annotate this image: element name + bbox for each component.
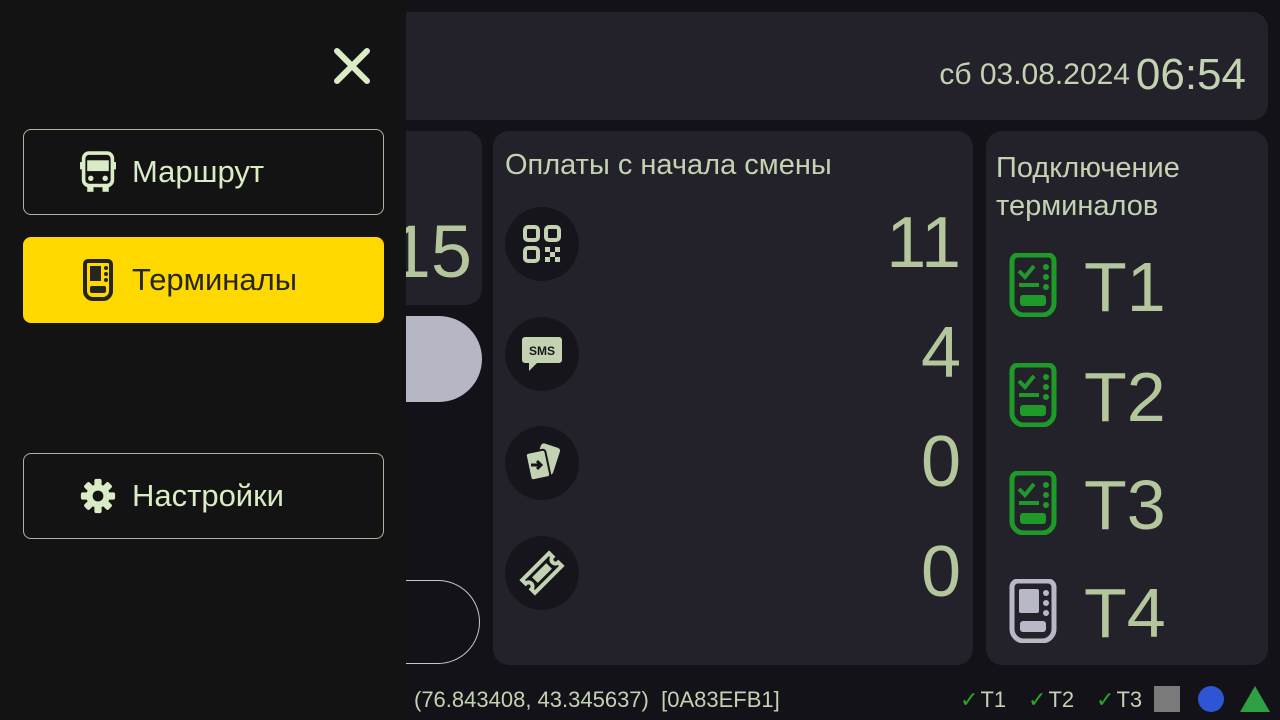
terminal-connected-icon [1006, 362, 1060, 432]
close-button[interactable] [326, 40, 378, 92]
gps-coordinates: (76.843408, 43.345637) [0A83EFB1] [414, 687, 780, 713]
date-label: сб 03.08.2024 [939, 58, 1130, 91]
triangle-indicator-icon [1240, 686, 1270, 712]
bus-icon [80, 150, 116, 194]
check-icon: ✓ [1096, 687, 1115, 712]
status-terminal-t1: ✓T1 [960, 687, 1007, 712]
payments-panel: Оплаты с начала смены 11 SMS 4 0 0 [493, 131, 973, 665]
payment-count-card: 0 [920, 422, 961, 502]
terminal-connected-icon [1006, 252, 1060, 322]
status-bar: (76.843408, 43.345637) [0A83EFB1] ✓T1 ✓T… [406, 680, 1280, 720]
terminal-row-t1: T1 [1006, 247, 1256, 327]
check-icon: ✓ [1028, 687, 1047, 712]
terminal-connected-icon [1006, 470, 1060, 540]
time-label: 06:54 [1135, 50, 1246, 99]
sms-icon: SMS [505, 317, 579, 391]
device-id: [0A83EFB1] [661, 687, 780, 712]
coordinates-text: (76.843408, 43.345637) [414, 687, 649, 712]
circle-indicator-icon [1198, 686, 1224, 712]
terminal-disconnected-icon [1006, 578, 1060, 648]
payment-row-sms: SMS 4 [505, 313, 961, 393]
terminal-label: T1 [1084, 248, 1166, 326]
menu-item-label: Настройки [132, 478, 285, 513]
status-terminal-t2: ✓T2 [1028, 687, 1075, 712]
gear-icon [80, 474, 116, 518]
payment-row-ticket: 0 [505, 532, 961, 612]
svg-text:SMS: SMS [529, 344, 555, 358]
terminal-label: T4 [1084, 574, 1166, 652]
terminal-row-t4: T4 [1006, 573, 1256, 653]
menu-item-terminals[interactable]: Терминалы [23, 237, 384, 323]
menu-item-label: Маршрут [132, 154, 265, 189]
card-transfer-icon [505, 426, 579, 500]
navigation-drawer: Маршрут Терминалы Настройки [0, 0, 406, 720]
ticket-icon [505, 536, 579, 610]
payments-title: Оплаты с начала смены [505, 149, 832, 181]
status-terminal-t3: ✓T3 [1096, 687, 1143, 712]
payment-count-qr: 11 [886, 203, 961, 283]
terminals-title: Подключение терминалов [996, 152, 1180, 222]
terminal-icon [80, 258, 116, 302]
terminal-row-t2: T2 [1006, 357, 1256, 437]
square-indicator-icon [1154, 686, 1180, 712]
qr-code-icon [505, 207, 579, 281]
payment-count-sms: 4 [920, 313, 961, 393]
menu-item-settings[interactable]: Настройки [23, 453, 384, 539]
terminal-row-t3: T3 [1006, 465, 1256, 545]
terminals-panel: Подключение терминалов T1 T2 T3 T4 [986, 131, 1268, 665]
menu-item-label: Терминалы [132, 262, 298, 297]
header-panel: сб 03.08.2024 06:54 [394, 12, 1268, 120]
close-icon [334, 48, 370, 84]
check-icon: ✓ [960, 687, 979, 712]
terminal-label: T2 [1084, 358, 1166, 436]
menu-item-route[interactable]: Маршрут [23, 129, 384, 215]
payment-count-ticket: 0 [920, 532, 961, 612]
payment-row-qr: 11 [505, 203, 961, 283]
terminal-label: T3 [1084, 466, 1166, 544]
payment-row-card: 0 [505, 422, 961, 502]
